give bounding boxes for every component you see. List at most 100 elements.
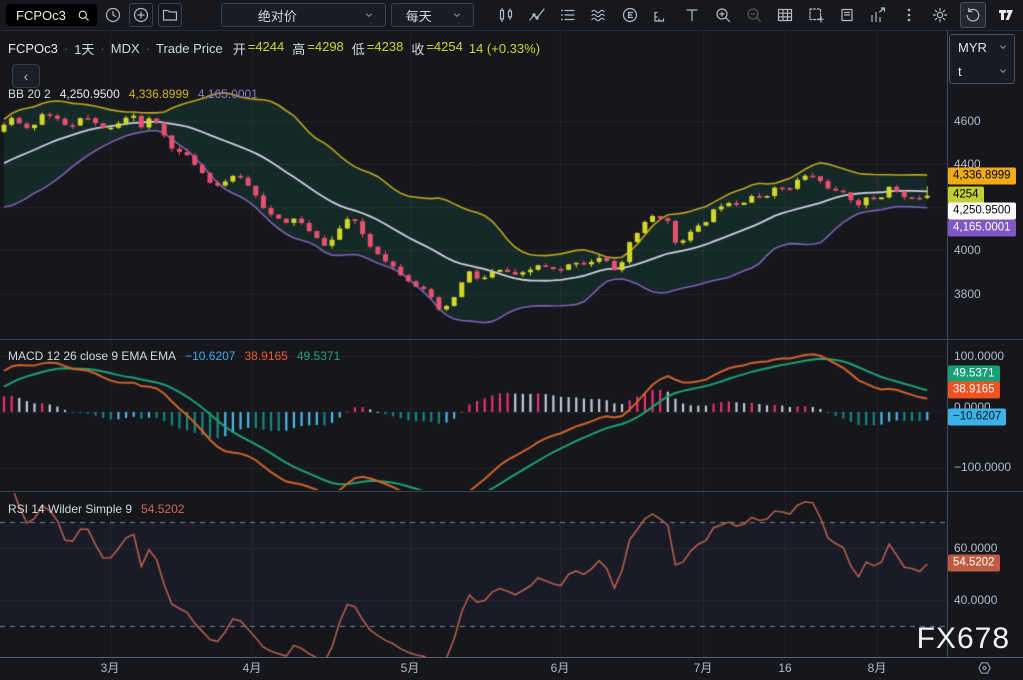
bb-basis-value: 4,250.9500 <box>60 87 120 101</box>
header-symbol[interactable]: FCPOc3 <box>8 41 58 56</box>
interval-value: 每天 <box>406 6 432 25</box>
grid-table-icon[interactable] <box>774 4 796 26</box>
macd-axis-label: −100.0000 <box>954 460 1011 474</box>
header-series: Trade Price <box>156 41 223 56</box>
header-change: 14 (+0.33%) <box>469 41 540 56</box>
text-tool-icon[interactable] <box>681 4 703 26</box>
ohlc-value: =4244 <box>248 39 285 58</box>
rsi-value: 54.5202 <box>141 502 184 516</box>
waves-icon[interactable] <box>588 4 610 26</box>
top-toolbar: FCPOc3 绝对价 每天 <box>0 0 1023 30</box>
symbol-name: FCPOc3 <box>16 8 66 23</box>
price-price-badge: 4254 <box>948 187 984 204</box>
rsi-axis-label: 40.0000 <box>954 593 997 607</box>
macd-legend: MACD 12 26 close 9 EMA EMA −10.6207 38.9… <box>8 349 340 363</box>
price-price-badge: 4,165.0001 <box>948 220 1016 237</box>
measure-icon[interactable] <box>650 4 672 26</box>
add-circle-icon[interactable] <box>129 3 153 27</box>
manage-layouts-icon[interactable] <box>836 4 858 26</box>
time-axis-label: 8月 <box>868 657 887 679</box>
time-axis-label: 7月 <box>694 657 713 679</box>
time-axis[interactable]: 3月 4月 5月 6月 7月 16 8月 <box>0 657 1023 680</box>
chart-canvas[interactable] <box>0 30 947 657</box>
macd-hist-value: −10.6207 <box>185 349 235 363</box>
time-axis-label: 6月 <box>551 657 570 679</box>
chevron-down-icon <box>451 9 463 21</box>
toolbar-icon-row <box>495 2 1017 28</box>
bar-chart-up-icon[interactable] <box>867 4 889 26</box>
reset-chart-icon[interactable] <box>960 2 986 28</box>
toolbar-divider <box>0 30 1023 31</box>
price-axis-label: 3800 <box>954 287 981 301</box>
currency-dropdown[interactable]: MYR <box>950 35 1014 59</box>
tradingview-chart-app: FCPOc3 绝对价 每天 FCPOc3 · 1天 · MDX · Trade … <box>0 0 1023 680</box>
chevron-down-icon <box>997 65 1009 77</box>
unit-dropdown[interactable]: t <box>950 59 1014 83</box>
pane-divider-macd[interactable] <box>0 339 1023 340</box>
macd-legend-title[interactable]: MACD 12 26 close 9 EMA EMA <box>8 349 176 363</box>
macd-price-badge: −10.6207 <box>948 409 1006 426</box>
ohlc-label: 高 <box>292 39 305 58</box>
price-axis-divider <box>947 30 948 657</box>
search-icon <box>77 9 90 22</box>
symbol-search-box[interactable]: FCPOc3 <box>6 4 97 26</box>
pane-divider-rsi[interactable] <box>0 491 1023 492</box>
macd-signal-value: 49.5371 <box>297 349 340 363</box>
history-clock-icon[interactable] <box>102 4 124 26</box>
rsi-price-badge: 54.5202 <box>948 555 1000 572</box>
chevron-down-icon <box>363 9 375 21</box>
ohlc-label: 收 <box>411 39 424 58</box>
ohlc-label: 低 <box>352 39 365 58</box>
price-axis-label: 4000 <box>954 243 981 257</box>
ohlc-value: =4254 <box>426 39 463 58</box>
macd-line-value: 38.9165 <box>244 349 287 363</box>
price-type-value: 绝对价 <box>258 6 297 25</box>
bb-legend-title[interactable]: BB 20 2 <box>8 87 51 101</box>
macd-price-badge: 49.5371 <box>948 366 1000 383</box>
ohlc-label: 开 <box>233 39 246 58</box>
zoom-in-icon[interactable] <box>712 4 734 26</box>
rsi-legend: RSI 14 Wilder Simple 9 54.5202 <box>8 502 184 516</box>
candlestick-chart-icon[interactable] <box>495 4 517 26</box>
price-type-dropdown[interactable]: 绝对价 <box>221 3 386 27</box>
price-axis[interactable]: MYR t 46004400400038004,336.899942544,25… <box>947 30 1023 657</box>
economic-calendar-icon[interactable] <box>619 4 641 26</box>
time-axis-label: 4月 <box>243 657 262 679</box>
price-price-badge: 4,250.9500 <box>948 203 1016 220</box>
time-axis-label: 3月 <box>101 657 120 679</box>
time-axis-label: 5月 <box>401 657 420 679</box>
macd-axis-label: 100.0000 <box>954 349 1004 363</box>
interval-dropdown[interactable]: 每天 <box>391 3 474 27</box>
currency-value: MYR <box>958 40 987 55</box>
bb-upper-value: 4,336.8999 <box>129 87 189 101</box>
bb-lower-value: 4,165.0001 <box>198 87 258 101</box>
ohlc-value: =4238 <box>367 39 404 58</box>
compare-layers-icon[interactable] <box>557 4 579 26</box>
settings-icon[interactable] <box>929 4 951 26</box>
open-folder-icon[interactable] <box>158 3 182 27</box>
price-axis-label: 4600 <box>954 114 981 128</box>
macd-price-badge: 38.9165 <box>948 382 1000 399</box>
unit-value: t <box>958 64 962 79</box>
bb-legend: BB 20 2 4,250.9500 4,336.8999 4,165.0001 <box>8 87 258 101</box>
time-axis-label: 16 <box>778 657 791 679</box>
zoom-out-icon[interactable] <box>743 4 765 26</box>
header-exchange[interactable]: MDX <box>111 41 140 56</box>
fx678-watermark: FX678 <box>917 623 1010 655</box>
time-axis-divider <box>0 657 1023 658</box>
new-layout-icon[interactable] <box>805 4 827 26</box>
price-scale-settings-box: MYR t <box>949 34 1015 84</box>
chevron-down-icon <box>997 41 1009 53</box>
rsi-axis-label: 60.0000 <box>954 541 997 555</box>
indicators-icon[interactable] <box>526 4 548 26</box>
tradingview-logo-icon[interactable] <box>995 4 1017 26</box>
rsi-legend-title[interactable]: RSI 14 Wilder Simple 9 <box>8 502 132 516</box>
price-price-badge: 4,336.8999 <box>948 168 1016 185</box>
more-options-icon[interactable] <box>898 4 920 26</box>
session-hexagon-icon[interactable] <box>976 660 993 677</box>
ohlc-value: =4298 <box>307 39 344 58</box>
chart-header: FCPOc3 · 1天 · MDX · Trade Price 开=4244高=… <box>8 39 540 58</box>
header-ohlc: 开=4244 高=4298 低=4238 收=4254 <box>233 39 463 58</box>
collapse-left-panel-button[interactable]: ‹ <box>12 64 40 88</box>
header-interval[interactable]: 1天 <box>74 39 94 58</box>
